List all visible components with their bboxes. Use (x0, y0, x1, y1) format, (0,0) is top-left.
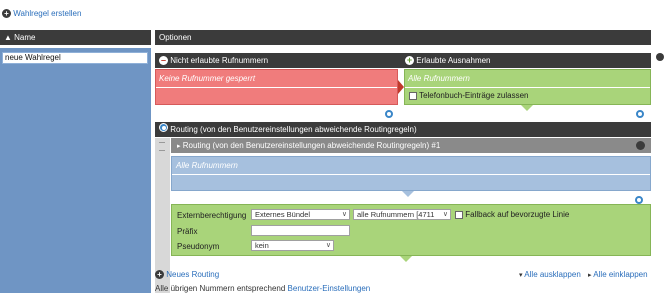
routing-item-label: Routing (von den Benutzereinstellungen a… (182, 141, 441, 150)
new-routing-link[interactable]: + Neues Routing (155, 270, 220, 280)
divider (156, 87, 397, 88)
caret-down-icon (400, 256, 412, 262)
create-rule-link[interactable]: + Wahlregel erstellen (2, 9, 82, 19)
chevron-right-icon: ▸ (177, 143, 181, 150)
phonebook-option[interactable]: Telefonbuch-Einträge zulassen (409, 91, 528, 100)
allowed-header-wrap: + Erlaubte Ausnahmen (405, 53, 491, 68)
pseudonym-select[interactable]: kein (251, 240, 334, 251)
caret-down-icon (521, 105, 533, 111)
pseudonym-label: Pseudonym (177, 242, 220, 251)
blocked-text: Keine Rufnummer gesperrt (159, 74, 256, 83)
routing-form-panel: Externberechtigung Externes Bündel alle … (171, 204, 651, 256)
allowed-panel[interactable]: Alle Rufnummern Telefonbuch-Einträge zul… (404, 69, 651, 119)
routing-header-label: Routing (von den Benutzereinstellungen a… (170, 125, 417, 134)
name-header-label: Name (14, 33, 36, 42)
collapse-all-link[interactable]: ▸ Alle einklappen (588, 270, 648, 279)
plus-icon: + (155, 270, 164, 280)
new-routing-label: Neues Routing (166, 270, 220, 279)
prefix-input[interactable] (251, 225, 350, 236)
prefix-label: Präfix (177, 227, 198, 236)
collapse-all-label: Alle einklappen (593, 270, 648, 279)
ext-label: Externberechtigung (177, 211, 247, 220)
expand-all-label: Alle ausklappen (524, 270, 581, 279)
divider (172, 174, 650, 175)
routing-numbers-panel[interactable]: Alle Rufnummern (171, 156, 651, 205)
caret-right-icon: ▸ (588, 272, 592, 279)
numbers-select[interactable]: alle Rufnummern [4711 (353, 209, 451, 220)
ext-select[interactable]: Externes Bündel (251, 209, 350, 220)
options-header: Optionen (155, 30, 651, 45)
name-column-header[interactable]: ▲︎ Name (0, 30, 151, 45)
divider (405, 87, 650, 88)
user-settings-link[interactable]: Benutzer-Einstellungen (288, 284, 371, 293)
routing-numbers-text: Alle Rufnummern (176, 161, 238, 170)
sort-icon: ▲︎ (4, 33, 12, 42)
routing-header[interactable]: Routing (von den Benutzereinstellungen a… (155, 122, 651, 137)
expand-all-link[interactable]: ▾ Alle ausklappen (519, 270, 581, 279)
allowed-header: Erlaubte Ausnahmen (416, 56, 491, 65)
minus-icon: – (159, 55, 168, 66)
rule-list-panel (0, 48, 151, 293)
settings-icon[interactable] (635, 109, 645, 119)
remove-routing-icon[interactable] (636, 141, 645, 150)
settings-icon[interactable] (384, 109, 394, 119)
phonebook-checkbox[interactable] (409, 91, 417, 100)
numbers-header-bar: – Nicht erlaubte Rufnummern + Erlaubte A… (155, 53, 651, 68)
remove-icon[interactable] (656, 53, 664, 61)
fallback-option[interactable]: Fallback auf bevorzugte Linie (455, 210, 569, 219)
footer-text: Alle übrigen Nummern entsprechend (155, 284, 286, 293)
rule-name-input[interactable]: neue Wahlregel (2, 52, 148, 64)
plus-icon: + (2, 9, 11, 19)
create-rule-label: Wahlregel erstellen (13, 9, 82, 18)
routing-item-header[interactable]: ▸ Routing (von den Benutzereinstellungen… (171, 138, 651, 153)
caret-down-icon: ▾ (519, 272, 523, 279)
blocked-header: Nicht erlaubte Rufnummern (170, 56, 269, 65)
allowed-text: Alle Rufnummern (408, 74, 470, 83)
caret-down-icon (402, 191, 414, 197)
routing-icon (159, 123, 168, 132)
blocked-panel[interactable]: Keine Rufnummer gesperrt (155, 69, 398, 119)
fallback-label: Fallback auf bevorzugte Linie (465, 210, 570, 219)
plus-green-icon: + (405, 55, 414, 66)
fallback-checkbox[interactable] (455, 210, 463, 219)
footer-line: Alle übrigen Nummern entsprechend Benutz… (155, 284, 370, 293)
phonebook-label: Telefonbuch-Einträge zulassen (419, 91, 529, 100)
